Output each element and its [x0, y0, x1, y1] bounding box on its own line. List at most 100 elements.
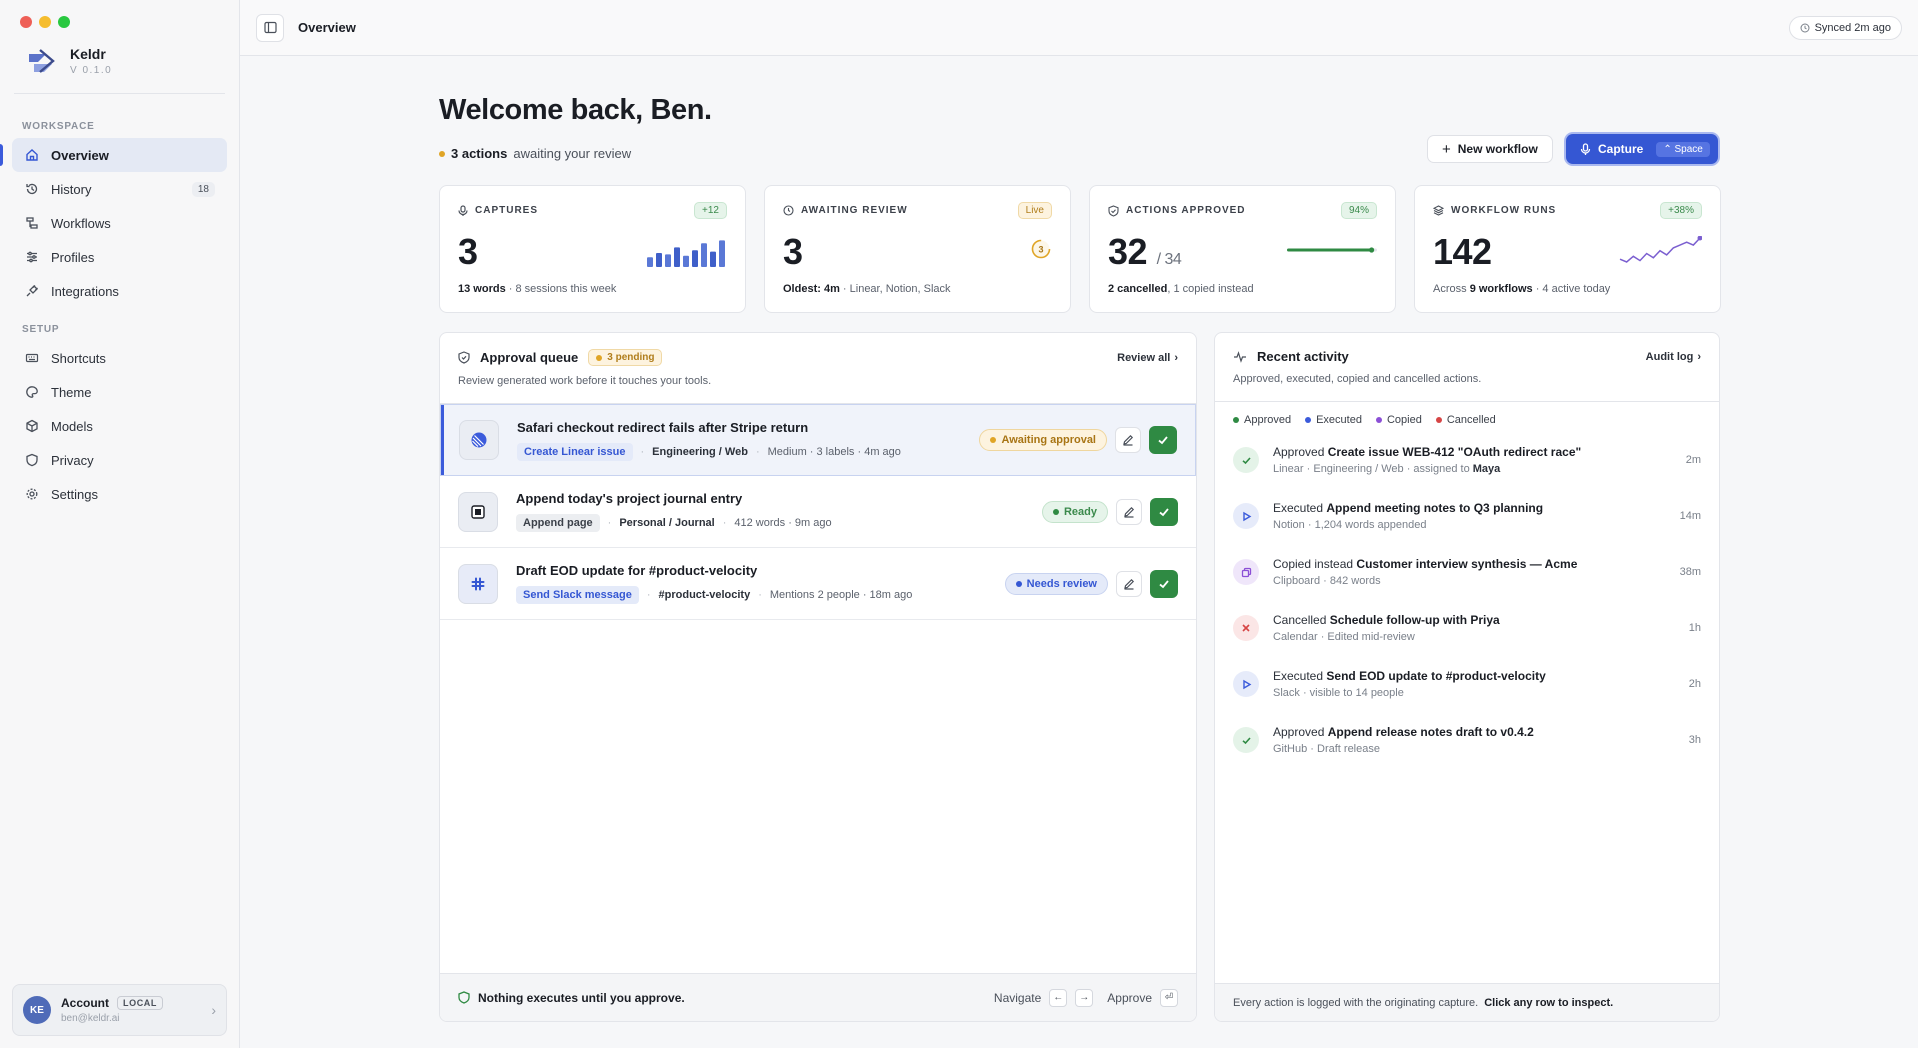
captures-bar [701, 243, 707, 267]
stat-label: CAPTURES [475, 205, 539, 216]
avatar: KE [23, 996, 51, 1024]
sidebar-item-privacy[interactable]: Privacy [12, 443, 227, 477]
chevron-right-icon: › [211, 1002, 216, 1018]
capture-label: Capture [1598, 142, 1644, 156]
stat-delta-badge: +12 [694, 202, 727, 219]
queue-item-title: Append today's project journal entry [516, 491, 743, 506]
stat-label: ACTIONS APPROVED [1126, 205, 1246, 216]
shield-icon [24, 453, 39, 468]
stat-card-captures: CAPTURES +12 3 13 words · 8 sessions thi… [439, 185, 746, 313]
app-name: Keldr [70, 46, 106, 62]
sidebar-item-label: Models [51, 418, 93, 434]
sliders-icon [24, 250, 39, 265]
activity-row[interactable]: Approved Append release notes draft to v… [1215, 712, 1719, 768]
sidebar-toggle-button[interactable] [256, 13, 284, 42]
account-card[interactable]: KE Account LOCAL ben@keldr.ai › [12, 984, 227, 1036]
main-content: Overview Synced 2m ago Welcome back, Ben… [240, 0, 1918, 1048]
queue-item-slack[interactable]: Draft EOD update for #product-velocity S… [440, 548, 1196, 620]
edit-button[interactable] [1115, 427, 1141, 453]
destination-path: Engineering / Web [652, 445, 748, 458]
check-icon [1159, 579, 1169, 588]
sidebar-item-models[interactable]: Models [12, 409, 227, 443]
arrow-up-key-icon: ← [1049, 988, 1068, 1007]
queue-item-title: Draft EOD update for #product-velocity [516, 563, 758, 578]
activity-time: 38m [1679, 566, 1701, 578]
palette-icon [24, 385, 39, 400]
new-workflow-button[interactable]: + New workflow [1427, 135, 1553, 163]
plus-icon: + [1442, 140, 1451, 158]
action-type-tag: Send Slack message [516, 586, 639, 604]
activity-row[interactable]: Cancelled Schedule follow-up with Priya C… [1215, 600, 1719, 656]
live-badge: Live [1017, 202, 1052, 219]
approve-button[interactable] [1150, 497, 1178, 526]
queue-item-title: Safari checkout redirect fails after Str… [517, 419, 809, 435]
audit-log-link[interactable]: Audit log › [1646, 351, 1701, 363]
close-window-button[interactable] [20, 16, 32, 28]
review-all-link[interactable]: Review all › [1117, 352, 1178, 364]
sidebar-item-workflows[interactable]: Workflows [12, 206, 227, 240]
sidebar-item-profiles[interactable]: Profiles [12, 240, 227, 274]
activity-row[interactable]: Executed Append meeting notes to Q3 plan… [1215, 488, 1719, 544]
gear-icon [24, 487, 39, 502]
cancelled-x-icon [1233, 615, 1259, 641]
capture-button[interactable]: Capture ⌃ Space [1566, 134, 1718, 164]
approve-hint: Approve [1107, 990, 1152, 1005]
sidebar-item-label: History [51, 181, 92, 197]
stat-footnote: 13 words · 8 sessions this week [458, 283, 617, 295]
sidebar-item-label: Overview [51, 147, 109, 163]
workspace-nav: Overview History 18 Workflows Profiles I… [12, 138, 227, 308]
stat-value: 3 [783, 231, 803, 272]
queue-item-meta: Mentions 2 people · 18m ago [769, 589, 913, 601]
activity-footer-hint: Click any row to inspect. [1484, 996, 1614, 1009]
stat-footnote: Oldest: 4m · Linear, Notion, Slack [783, 283, 951, 295]
edit-button[interactable] [1116, 498, 1142, 525]
captures-bar [719, 240, 725, 267]
activity-row[interactable]: Executed Send EOD update to #product-vel… [1215, 656, 1719, 712]
active-nav-indicator [0, 144, 3, 166]
topbar: Overview Synced 2m ago [240, 0, 1918, 56]
sidebar: Keldr V 0.1.0 WORKSPACE Overview History… [0, 0, 240, 1048]
history-icon [24, 182, 39, 197]
sidebar-item-settings[interactable]: Settings [12, 477, 227, 511]
window-controls [20, 16, 70, 28]
action-type-tag: Append page [516, 514, 600, 532]
shield-icon [458, 991, 470, 1004]
sidebar-item-label: Workflows [51, 215, 111, 231]
activity-row[interactable]: Copied instead Customer interview synthe… [1215, 544, 1719, 600]
sidebar-item-label: Profiles [51, 249, 95, 265]
captures-bar [692, 250, 698, 267]
workflow-icon [24, 216, 39, 231]
activity-row[interactable]: Approved Create issue WEB-412 "OAuth red… [1215, 432, 1719, 488]
local-badge: LOCAL [117, 996, 163, 1010]
captures-bar [665, 254, 671, 267]
history-count-badge: 18 [191, 181, 215, 197]
status-badge: Needs review [1004, 572, 1108, 595]
sidebar-item-integrations[interactable]: Integrations [12, 274, 227, 308]
footer-message: Nothing executes until you approve. [478, 990, 685, 1005]
approve-button[interactable] [1149, 426, 1177, 454]
captures-bar [656, 253, 662, 267]
sidebar-item-history[interactable]: History 18 [12, 172, 227, 206]
edit-button[interactable] [1116, 570, 1142, 597]
minimize-window-button[interactable] [39, 16, 51, 28]
captures-bar [674, 247, 680, 267]
legend-copied: Copied [1375, 414, 1422, 426]
queue-item-linear[interactable]: Safari checkout redirect fails after Str… [440, 404, 1196, 476]
sidebar-item-shortcuts[interactable]: Shortcuts [12, 341, 227, 375]
approve-button[interactable] [1150, 569, 1178, 598]
navigate-hint: Navigate [993, 990, 1042, 1005]
pending-ring-count: 3 [1038, 245, 1043, 255]
action-type-tag: Create Linear issue [517, 442, 633, 461]
maximize-window-button[interactable] [58, 16, 70, 28]
sidebar-item-theme[interactable]: Theme [12, 375, 227, 409]
shield-check-icon [1108, 204, 1119, 217]
check-icon [1158, 436, 1168, 445]
app-version: V 0.1.0 [70, 65, 113, 76]
legend-executed: Executed [1305, 414, 1362, 426]
sidebar-item-overview[interactable]: Overview [12, 138, 227, 172]
queue-item-notion[interactable]: Append today's project journal entry App… [440, 476, 1196, 548]
actions-suffix: awaiting your review [513, 146, 632, 161]
new-workflow-label: New workflow [1457, 142, 1538, 156]
captures-bar-chart [647, 240, 725, 267]
microphone-icon [1580, 142, 1591, 155]
